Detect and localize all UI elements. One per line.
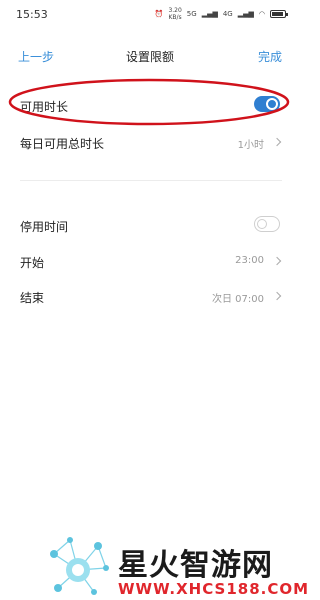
available-time-label: 可用时长 [20, 100, 69, 114]
wifi-icon: ◠ [258, 10, 265, 18]
row-downtime[interactable]: 停用时间 [0, 214, 300, 238]
end-label: 结束 [20, 291, 45, 305]
status-icons: ⏰ 3.20 KB/s 5G ▂▄▆ 4G ▂▄▆ ◠ [154, 7, 288, 21]
chevron-right-icon [272, 137, 282, 147]
watermark: 星火智游网 WWW.XHCS188.COM [40, 532, 308, 600]
chevron-right-icon [272, 256, 282, 266]
daily-total-value: 1小时 [237, 140, 264, 151]
watermark-title: 星火智游网 [118, 548, 273, 583]
toggle-knob [257, 219, 267, 229]
status-bar: 15:53 ⏰ 3.20 KB/s 5G ▂▄▆ 4G ▂▄▆ ◠ [0, 0, 300, 28]
row-end[interactable]: 结束 次日 07:00 [0, 285, 300, 309]
battery-icon [270, 10, 288, 18]
daily-total-label: 每日可用总时长 [20, 137, 105, 151]
start-label: 开始 [20, 256, 45, 270]
signal-4g-label: 4G [222, 10, 233, 18]
done-button[interactable]: 完成 [258, 48, 282, 65]
downtime-label: 停用时间 [20, 220, 69, 234]
row-start[interactable]: 开始 23:00 [0, 250, 300, 274]
status-time: 15:53 [16, 7, 48, 21]
page-title: 设置限额 [125, 50, 174, 64]
downtime-toggle[interactable] [254, 216, 280, 232]
signal-icon-2: ▂▄▆ [237, 10, 254, 18]
network-speed: 3.20 KB/s [168, 7, 182, 21]
watermark-url: WWW.XHCS188.COM [118, 580, 310, 598]
signal-icon: ▂▄▆ [201, 10, 218, 18]
section-divider [20, 180, 282, 181]
molecule-logo-icon [50, 537, 109, 595]
nav-bar: 上一步 设置限额 完成 [0, 44, 300, 68]
end-value: 次日 07:00 [212, 294, 264, 305]
start-value: 23:00 [235, 255, 264, 266]
chevron-right-icon [272, 291, 282, 301]
row-available-time[interactable]: 可用时长 [0, 94, 300, 118]
signal-5g-label: 5G [186, 10, 197, 18]
toggle-knob [266, 98, 278, 110]
row-daily-total[interactable]: 每日可用总时长 1小时 [0, 131, 300, 155]
available-time-toggle[interactable] [254, 96, 280, 112]
alarm-icon: ⏰ [154, 10, 164, 18]
